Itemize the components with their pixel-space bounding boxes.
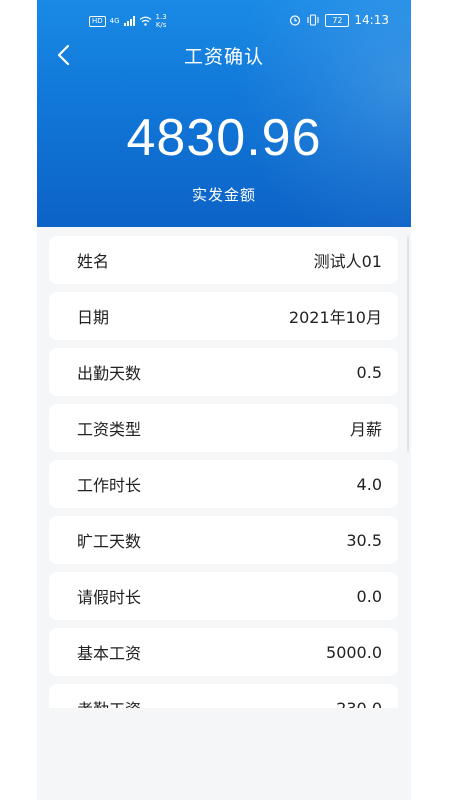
status-bar: HD 4G 1.3 K/s 72 14:13 <box>37 0 411 40</box>
row-label: 工资类型 <box>77 420 142 439</box>
clock: 14:13 <box>354 13 389 27</box>
row-value: 2021年10月 <box>288 308 382 327</box>
network-type: 4G <box>109 17 120 25</box>
row-value: 0.5 <box>356 362 382 382</box>
row-label: 日期 <box>77 308 110 327</box>
app-screen: HD 4G 1.3 K/s 72 14:13 工资确认 4830.96 实发金额… <box>37 0 411 800</box>
list-item-attendance-days: 出勤天数 0.5 <box>49 348 398 396</box>
list-item-name: 姓名 测试人01 <box>49 236 398 284</box>
status-left: HD 4G 1.3 K/s <box>89 13 167 29</box>
list-item-absent-days: 旷工天数 30.5 <box>49 516 398 564</box>
row-value: 230.0 <box>336 698 382 709</box>
list-item-leave-hours: 请假时长 0.0 <box>49 572 398 620</box>
salary-detail-list[interactable]: 姓名 测试人01 日期 2021年10月 出勤天数 0.5 工资类型 月薪 工作… <box>49 236 398 708</box>
row-value: 4.0 <box>356 474 382 494</box>
page-title: 工资确认 <box>183 46 264 68</box>
row-label: 工作时长 <box>77 476 142 495</box>
battery-level: 72 <box>332 15 343 25</box>
vibrate-icon <box>307 14 319 26</box>
scrollbar[interactable] <box>407 236 409 452</box>
signal-icon <box>123 16 135 26</box>
row-label: 出勤天数 <box>77 364 142 383</box>
net-pay-amount: 4830.96 <box>126 109 322 167</box>
list-item-work-hours: 工作时长 4.0 <box>49 460 398 508</box>
alarm-icon <box>290 15 301 26</box>
net-speed: 1.3 K/s <box>156 13 167 29</box>
row-label: 旷工天数 <box>77 532 142 551</box>
row-label: 基本工资 <box>77 644 142 663</box>
row-label: 考勤工资 <box>77 696 141 708</box>
list-item-date: 日期 2021年10月 <box>49 292 398 340</box>
row-value: 月薪 <box>349 420 382 439</box>
list-item-attendance-salary: 考勤工资 230.0 <box>49 684 398 708</box>
row-value: 30.5 <box>346 530 382 550</box>
row-value: 5000.0 <box>326 642 382 662</box>
wifi-icon <box>139 16 151 26</box>
row-label: 姓名 <box>77 252 110 271</box>
hd-badge: HD <box>89 15 106 27</box>
row-value: 0.0 <box>356 586 382 606</box>
status-right: 72 14:13 <box>289 13 389 27</box>
net-speed-value: 1.3 <box>155 13 167 21</box>
battery-icon: 72 <box>325 13 350 27</box>
row-value: 测试人01 <box>313 252 382 271</box>
row-label: 请假时长 <box>77 588 142 607</box>
header-banner: HD 4G 1.3 K/s 72 14:13 工资确认 4830.96 实发金额 <box>37 0 411 227</box>
nav-bar: 工资确认 <box>37 38 411 72</box>
net-speed-unit: K/s <box>155 21 167 29</box>
net-pay-label: 实发金额 <box>191 186 256 204</box>
list-item-base-salary: 基本工资 5000.0 <box>49 628 398 676</box>
list-item-salary-type: 工资类型 月薪 <box>49 404 398 452</box>
